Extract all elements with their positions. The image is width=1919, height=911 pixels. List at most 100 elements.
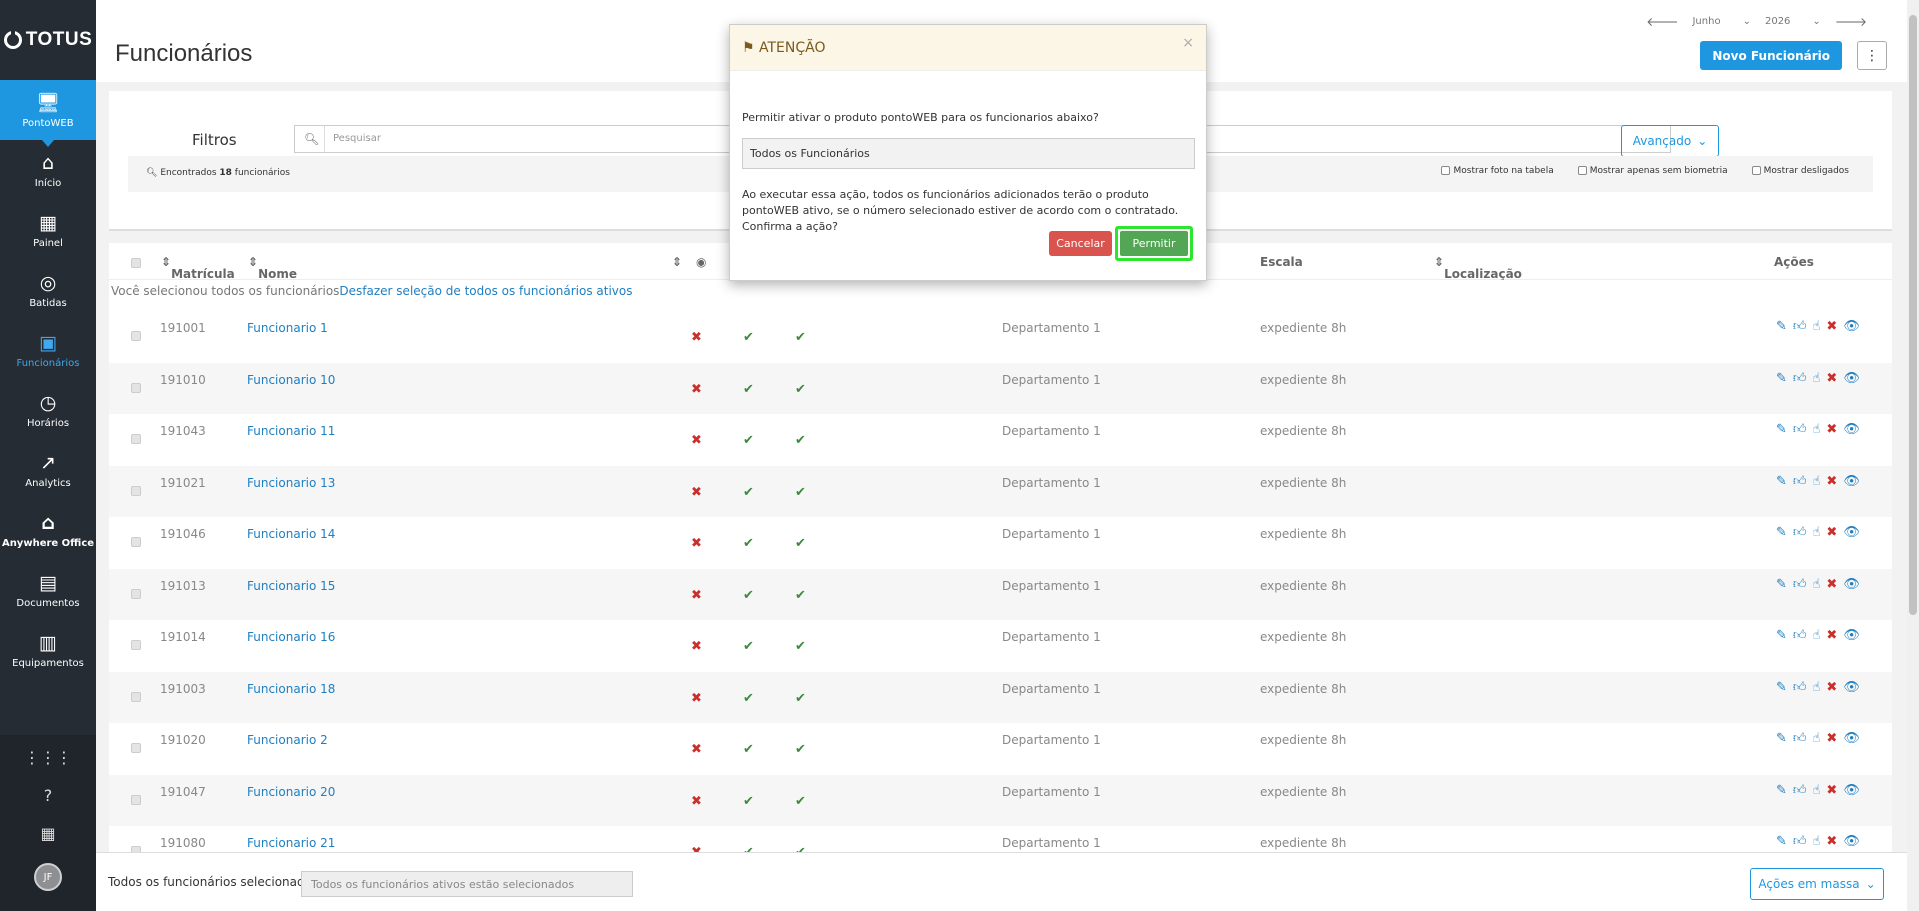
- column-localizacao[interactable]: ⇕ Localização: [1434, 255, 1522, 281]
- edit-icon[interactable]: ✎: [1776, 371, 1787, 386]
- edit-icon[interactable]: ✎: [1776, 680, 1787, 695]
- row-checkbox[interactable]: [131, 485, 141, 496]
- employee-name-link[interactable]: Funcionario 1: [247, 321, 328, 335]
- hand-pointer-icon[interactable]: ☝︎: [1813, 474, 1821, 489]
- sidebar-item-pontoweb[interactable]: 🖥 PontoWEB: [0, 80, 96, 147]
- sidebar-item-analytics[interactable]: ↗ Analytics: [0, 440, 96, 500]
- sidebar-item-batidas[interactable]: ◎ Batidas: [0, 260, 96, 320]
- sidebar-item-anywhere-office[interactable]: ⌂ Anywhere Office: [0, 500, 96, 560]
- confirm-button[interactable]: Permitir: [1120, 231, 1188, 256]
- remove-icon[interactable]: ✖: [1826, 474, 1837, 489]
- edit-icon[interactable]: ✎: [1776, 319, 1787, 334]
- table-row[interactable]: 191010 Funcionario 10 ✖ ✔ ✔ Departamento 1 exp…: [109, 362, 1892, 414]
- employee-name-link[interactable]: Funcionario 15: [247, 579, 335, 593]
- employee-name-link[interactable]: Funcionario 13: [247, 476, 335, 490]
- table-row[interactable]: 191047 Funcionario 20 ✖ ✔ ✔ Departamento 1 exp…: [109, 774, 1892, 826]
- employee-name-link[interactable]: Funcionario 21: [247, 836, 335, 850]
- hand-pointer-icon[interactable]: ☝︎: [1813, 628, 1821, 643]
- column-nome[interactable]: ⇕ Nome: [248, 255, 297, 281]
- eye-icon[interactable]: 👁︎: [1843, 422, 1860, 437]
- hand-pointer-icon[interactable]: ☝︎: [1813, 422, 1821, 437]
- row-checkbox[interactable]: [131, 382, 141, 393]
- thumbs-up-icon[interactable]: 👍︎: [1793, 525, 1807, 540]
- new-employee-button[interactable]: Novo Funcionário: [1700, 41, 1842, 70]
- edit-icon[interactable]: ✎: [1776, 474, 1787, 489]
- eye-icon[interactable]: 👁︎: [1843, 680, 1860, 695]
- thumbs-up-icon[interactable]: 👍︎: [1793, 680, 1807, 695]
- more-options-button[interactable]: ⋮: [1857, 41, 1887, 70]
- table-row[interactable]: 191013 Funcionario 15 ✖ ✔ ✔ Departamento 1 exp…: [109, 568, 1892, 620]
- month-select[interactable]: Junho ⌄: [1692, 16, 1750, 27]
- thumbs-up-icon[interactable]: 👍︎: [1793, 783, 1807, 798]
- table-row[interactable]: 191001 Funcionario 1 ✖ ✔ ✔ Departamento 1 expe…: [109, 311, 1892, 362]
- apps-grid-icon[interactable]: ⋮⋮⋮: [24, 749, 72, 767]
- employee-name-link[interactable]: Funcionario 18: [247, 682, 335, 696]
- hand-pointer-icon[interactable]: ☝︎: [1813, 577, 1821, 592]
- table-row[interactable]: 191043 Funcionario 11 ✖ ✔ ✔ Departamento 1 exp…: [109, 414, 1892, 465]
- table-row[interactable]: 191003 Funcionario 18 ✖ ✔ ✔ Departamento 1 exp…: [109, 671, 1892, 723]
- row-checkbox[interactable]: [131, 640, 141, 650]
- checkbox[interactable]: [1441, 166, 1451, 175]
- eye-icon[interactable]: 👁︎: [1843, 577, 1860, 592]
- eye-icon[interactable]: 👁︎: [1843, 525, 1860, 540]
- sidebar-item-inicio[interactable]: ⌂ Início: [0, 140, 96, 200]
- remove-icon[interactable]: ✖: [1826, 525, 1837, 540]
- page-scrollbar[interactable]: [1907, 0, 1919, 911]
- row-checkbox[interactable]: [131, 588, 141, 599]
- row-checkbox[interactable]: [131, 794, 141, 805]
- employee-name-link[interactable]: Funcionario 14: [247, 527, 335, 541]
- edit-icon[interactable]: ✎: [1776, 577, 1787, 592]
- remove-icon[interactable]: ✖: [1826, 319, 1837, 334]
- eye-icon[interactable]: 👁︎: [1843, 783, 1860, 798]
- sidebar-item-horarios[interactable]: ◷ Horários: [0, 380, 96, 440]
- remove-icon[interactable]: ✖: [1826, 731, 1837, 746]
- hand-pointer-icon[interactable]: ☝︎: [1813, 525, 1821, 540]
- remove-icon[interactable]: ✖: [1826, 422, 1837, 437]
- sidebar-item-funcionarios[interactable]: ▣ Funcionários: [0, 320, 96, 380]
- row-checkbox[interactable]: [131, 743, 141, 753]
- option-show-photo[interactable]: Mostrar foto na tabela: [1441, 166, 1554, 176]
- remove-icon[interactable]: ✖: [1826, 371, 1837, 386]
- remove-icon[interactable]: ✖: [1826, 680, 1837, 695]
- table-row[interactable]: 191021 Funcionario 13 ✖ ✔ ✔ Departamento 1 exp…: [109, 465, 1892, 517]
- option-no-biometry[interactable]: Mostrar apenas sem biometria: [1577, 166, 1728, 176]
- arrow-right-icon[interactable]: 🡒: [1835, 14, 1867, 29]
- select-all-checkbox[interactable]: [131, 258, 141, 268]
- checkbox[interactable]: [1577, 166, 1587, 175]
- column-matricula[interactable]: ⇕ Matrícula: [161, 255, 235, 281]
- table-row[interactable]: 191046 Funcionario 14 ✖ ✔ ✔ Departamento 1 exp…: [109, 517, 1892, 568]
- employee-name-link[interactable]: Funcionario 20: [247, 785, 335, 799]
- edit-icon[interactable]: ✎: [1776, 783, 1787, 798]
- remove-icon[interactable]: ✖: [1826, 834, 1837, 849]
- edit-icon[interactable]: ✎: [1776, 422, 1787, 437]
- edit-icon[interactable]: ✎: [1776, 834, 1787, 849]
- thumbs-up-icon[interactable]: 👍︎: [1793, 834, 1807, 849]
- hand-pointer-icon[interactable]: ☝︎: [1813, 783, 1821, 798]
- edit-icon[interactable]: ✎: [1776, 731, 1787, 746]
- eye-icon[interactable]: 👁︎: [1843, 371, 1860, 386]
- hand-pointer-icon[interactable]: ☝︎: [1813, 680, 1821, 695]
- table-row[interactable]: 191080 Funcionario 21 ✖ ✔ ✔ Departamento 1 exp…: [109, 826, 1892, 853]
- arrow-left-icon[interactable]: 🡐: [1646, 14, 1678, 29]
- thumbs-up-icon[interactable]: 👍︎: [1793, 474, 1807, 489]
- mass-actions-button[interactable]: Ações em massa ⌄: [1750, 868, 1884, 900]
- thumbs-up-icon[interactable]: 👍︎: [1793, 628, 1807, 643]
- table-row[interactable]: 191020 Funcionario 2 ✖ ✔ ✔ Departamento 1 expe…: [109, 723, 1892, 774]
- avatar[interactable]: JF: [34, 863, 62, 891]
- thumbs-up-icon[interactable]: 👍︎: [1793, 319, 1807, 334]
- undo-selection-link[interactable]: Desfazer seleção de todos os funcionário…: [339, 284, 632, 298]
- scrollbar-thumb[interactable]: [1909, 15, 1917, 615]
- sidebar-item-documentos[interactable]: ▤ Documentos: [0, 560, 96, 620]
- row-checkbox[interactable]: [131, 691, 141, 702]
- option-show-dismissed[interactable]: Mostrar desligados: [1751, 166, 1849, 176]
- close-icon[interactable]: ×: [1182, 35, 1194, 51]
- remove-icon[interactable]: ✖: [1826, 628, 1837, 643]
- eye-icon[interactable]: 👁︎: [1843, 731, 1860, 746]
- year-select[interactable]: 2026 ⌄: [1765, 16, 1821, 27]
- eye-icon[interactable]: 👁︎: [1843, 628, 1860, 643]
- employee-name-link[interactable]: Funcionario 16: [247, 630, 335, 644]
- hand-pointer-icon[interactable]: ☝︎: [1813, 371, 1821, 386]
- row-checkbox[interactable]: [131, 331, 141, 341]
- thumbs-up-icon[interactable]: 👍︎: [1793, 422, 1807, 437]
- hand-pointer-icon[interactable]: ☝︎: [1813, 731, 1821, 746]
